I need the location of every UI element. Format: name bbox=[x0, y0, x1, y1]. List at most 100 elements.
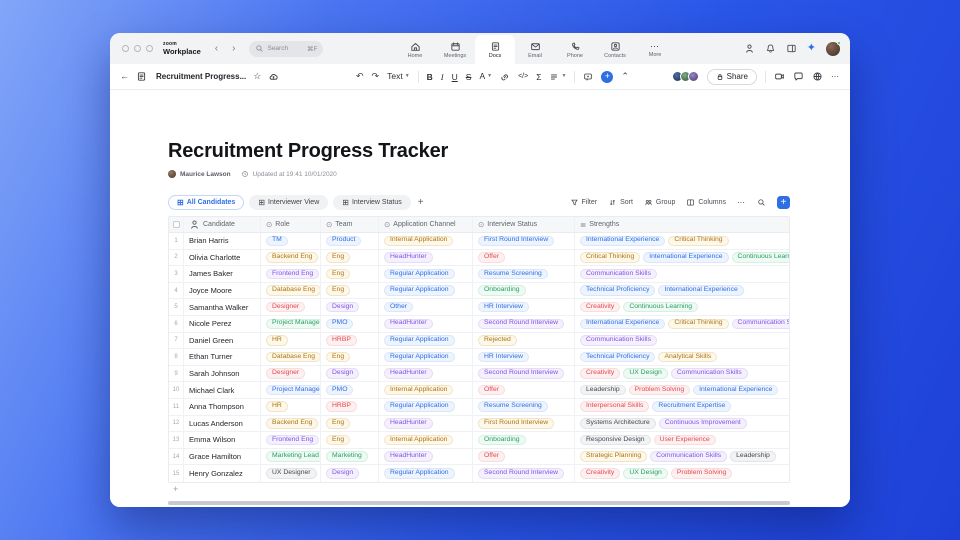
interview-status-cell[interactable]: Onboarding bbox=[473, 283, 575, 299]
table-row[interactable]: 5Samantha WalkerDesignerDesignOtherHR In… bbox=[169, 299, 789, 316]
list-format-dropdown[interactable]: ▼ bbox=[549, 72, 566, 82]
table-row[interactable]: 8Ethan TurnerDatabase EngEngRegular Appl… bbox=[169, 349, 789, 366]
candidate-name-cell[interactable]: Michael Clark bbox=[184, 382, 261, 398]
candidate-name-cell[interactable]: Joyce Moore bbox=[184, 283, 261, 299]
team-cell[interactable]: HRBP bbox=[321, 333, 379, 349]
role-cell[interactable]: Backend Eng bbox=[261, 416, 321, 432]
chat-icon[interactable] bbox=[793, 71, 804, 82]
tag-pill[interactable]: Offer bbox=[478, 451, 505, 462]
application-channel-cell[interactable]: Regular Application bbox=[379, 399, 473, 415]
role-cell[interactable]: HR bbox=[261, 333, 321, 349]
candidate-name-cell[interactable]: Henry Gonzalez bbox=[184, 465, 261, 482]
tag-pill[interactable]: User Experience bbox=[654, 435, 716, 446]
role-cell[interactable]: Designer bbox=[261, 366, 321, 382]
tag-pill[interactable]: Critical Thinking bbox=[668, 236, 728, 247]
tag-pill[interactable]: HeadHunter bbox=[384, 418, 433, 429]
team-cell[interactable]: Eng bbox=[321, 283, 379, 299]
team-cell[interactable]: Eng bbox=[321, 349, 379, 365]
application-channel-cell[interactable]: HeadHunter bbox=[379, 316, 473, 332]
role-cell[interactable]: Project Manager bbox=[261, 316, 321, 332]
tag-pill[interactable]: Communication Skills bbox=[732, 319, 789, 330]
italic-button[interactable]: I bbox=[441, 72, 444, 82]
tag-pill[interactable]: Project Manager bbox=[266, 385, 321, 396]
tag-pill[interactable]: Design bbox=[326, 302, 359, 313]
team-cell[interactable]: Design bbox=[321, 299, 379, 315]
tag-pill[interactable]: UX Design bbox=[623, 468, 668, 479]
interview-status-cell[interactable]: Resume Screening bbox=[473, 266, 575, 282]
tag-pill[interactable]: HRBP bbox=[326, 401, 357, 412]
application-channel-cell[interactable]: HeadHunter bbox=[379, 250, 473, 266]
user-avatar[interactable] bbox=[826, 42, 840, 56]
global-search-input[interactable]: Search ⌘F bbox=[249, 41, 323, 57]
tag-pill[interactable]: Rejected bbox=[478, 335, 517, 346]
tag-pill[interactable]: Strategic Planning bbox=[580, 451, 647, 462]
tag-pill[interactable]: Eng bbox=[326, 435, 350, 446]
recent-docs-icon[interactable] bbox=[136, 71, 147, 82]
code-block-button[interactable]: </> bbox=[518, 73, 528, 80]
application-channel-cell[interactable]: HeadHunter bbox=[379, 366, 473, 382]
table-row[interactable]: 12Lucas AndersonBackend EngEngHeadHunter… bbox=[169, 416, 789, 433]
tag-pill[interactable]: Onboarding bbox=[478, 435, 526, 446]
tag-pill[interactable]: Regular Application bbox=[384, 335, 455, 346]
tag-pill[interactable]: Eng bbox=[326, 418, 350, 429]
role-cell[interactable]: Database Eng bbox=[261, 283, 321, 299]
column-header-candidate[interactable]: Candidate bbox=[184, 217, 261, 232]
tag-pill[interactable]: Problem Solving bbox=[671, 468, 733, 479]
tag-pill[interactable]: Leadership bbox=[580, 385, 626, 396]
tag-pill[interactable]: Eng bbox=[326, 352, 350, 363]
view-tab-interviewer-view[interactable]: ⊞Interviewer View bbox=[249, 195, 328, 210]
candidate-name-cell[interactable]: Sarah Johnson bbox=[184, 366, 261, 382]
tag-pill[interactable]: HeadHunter bbox=[384, 451, 433, 462]
tag-pill[interactable]: Communication Skills bbox=[671, 368, 748, 379]
text-style-dropdown[interactable]: Text▼ bbox=[387, 72, 410, 81]
group-button[interactable]: Group bbox=[644, 198, 675, 207]
candidate-name-cell[interactable]: Nicole Perez bbox=[184, 316, 261, 332]
tag-pill[interactable]: Other bbox=[384, 302, 413, 313]
tag-pill[interactable]: Resume Screening bbox=[478, 401, 548, 412]
candidate-name-cell[interactable]: Grace Hamilton bbox=[184, 449, 261, 465]
team-cell[interactable]: PMO bbox=[321, 316, 379, 332]
application-channel-cell[interactable]: Regular Application bbox=[379, 266, 473, 282]
add-row-button[interactable]: + bbox=[168, 483, 790, 496]
ai-companion-icon[interactable]: ✦ bbox=[807, 43, 816, 54]
app-tab-email[interactable]: Email bbox=[515, 35, 555, 64]
columns-button[interactable]: Columns bbox=[686, 198, 726, 207]
tag-pill[interactable]: Continuous Learning bbox=[732, 252, 789, 263]
tag-pill[interactable]: Regular Application bbox=[384, 468, 455, 479]
side-panel-toggle-icon[interactable] bbox=[786, 43, 797, 54]
column-header-role[interactable]: ⊙Role bbox=[261, 217, 321, 232]
application-channel-cell[interactable]: Internal Application bbox=[379, 382, 473, 398]
strikethrough-button[interactable]: S bbox=[466, 72, 472, 82]
role-cell[interactable]: HR bbox=[261, 399, 321, 415]
candidate-name-cell[interactable]: Samantha Walker bbox=[184, 299, 261, 315]
application-channel-cell[interactable]: Regular Application bbox=[379, 333, 473, 349]
tag-pill[interactable]: Designer bbox=[266, 368, 305, 379]
strengths-cell[interactable]: International ExperienceCritical Thinkin… bbox=[575, 233, 789, 249]
tag-pill[interactable]: HR bbox=[266, 335, 288, 346]
role-cell[interactable]: Frontend Eng bbox=[261, 266, 321, 282]
app-tab-home[interactable]: Home bbox=[395, 35, 435, 64]
strengths-cell[interactable]: Communication Skills bbox=[575, 266, 789, 282]
tag-pill[interactable]: First Round Interview bbox=[478, 236, 554, 247]
tag-pill[interactable]: Regular Application bbox=[384, 352, 455, 363]
video-call-icon[interactable] bbox=[774, 71, 785, 82]
application-channel-cell[interactable]: Regular Application bbox=[379, 465, 473, 482]
tag-pill[interactable]: Leadership bbox=[730, 451, 776, 462]
team-cell[interactable]: Eng bbox=[321, 250, 379, 266]
tag-pill[interactable]: Product bbox=[326, 236, 361, 247]
interview-status-cell[interactable]: Second Round Interview bbox=[473, 316, 575, 332]
interview-status-cell[interactable]: HR Interview bbox=[473, 299, 575, 315]
tag-pill[interactable]: Resume Screening bbox=[478, 269, 548, 280]
filter-button[interactable]: Filter bbox=[570, 198, 598, 207]
interview-status-cell[interactable]: HR Interview bbox=[473, 349, 575, 365]
tag-pill[interactable]: Eng bbox=[326, 252, 350, 263]
tag-pill[interactable]: Frontend Eng bbox=[266, 269, 319, 280]
view-tab-all-candidates[interactable]: ⊞All Candidates bbox=[168, 195, 244, 210]
table-row[interactable]: 9Sarah JohnsonDesignerDesignHeadHunterSe… bbox=[169, 366, 789, 383]
tag-pill[interactable]: UX Design bbox=[623, 368, 668, 379]
tag-pill[interactable]: Critical Thinking bbox=[668, 319, 728, 330]
role-cell[interactable]: Designer bbox=[261, 299, 321, 315]
tag-pill[interactable]: Designer bbox=[266, 302, 305, 313]
strengths-cell[interactable]: Communication Skills bbox=[575, 333, 789, 349]
interview-status-cell[interactable]: Second Round Interview bbox=[473, 366, 575, 382]
